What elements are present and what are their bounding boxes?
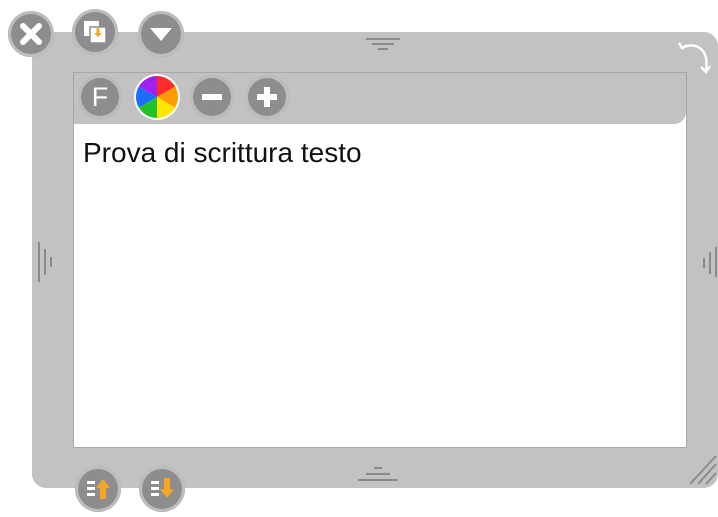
minus-icon — [202, 94, 222, 100]
duplicate-button[interactable] — [72, 9, 118, 55]
left-grip-icon[interactable] — [35, 240, 57, 284]
top-grip-icon[interactable] — [364, 36, 402, 52]
collapse-button[interactable] — [138, 11, 184, 57]
plus-icon — [257, 87, 277, 107]
close-icon — [20, 23, 42, 45]
close-button[interactable] — [8, 11, 54, 57]
increase-size-button[interactable] — [245, 75, 289, 119]
bring-forward-button[interactable] — [75, 466, 121, 512]
send-backward-icon — [151, 478, 174, 498]
bring-forward-icon — [87, 479, 110, 499]
font-icon: F — [91, 81, 109, 112]
right-grip-icon[interactable] — [700, 246, 718, 278]
text-editor[interactable]: Prova di scrittura testo — [73, 72, 687, 448]
color-picker-button[interactable] — [134, 74, 180, 120]
font-button[interactable]: F — [78, 75, 122, 119]
chevron-down-icon — [150, 28, 172, 41]
send-backward-button[interactable] — [139, 466, 185, 512]
resize-handle-icon[interactable] — [688, 452, 718, 486]
text-widget: Prova di scrittura testo F — [0, 0, 718, 517]
editor-text[interactable]: Prova di scrittura testo — [83, 137, 362, 169]
decrease-size-button[interactable] — [190, 75, 234, 119]
bottom-grip-icon[interactable] — [356, 464, 400, 484]
color-wheel-icon — [134, 74, 180, 120]
duplicate-icon — [84, 21, 107, 44]
